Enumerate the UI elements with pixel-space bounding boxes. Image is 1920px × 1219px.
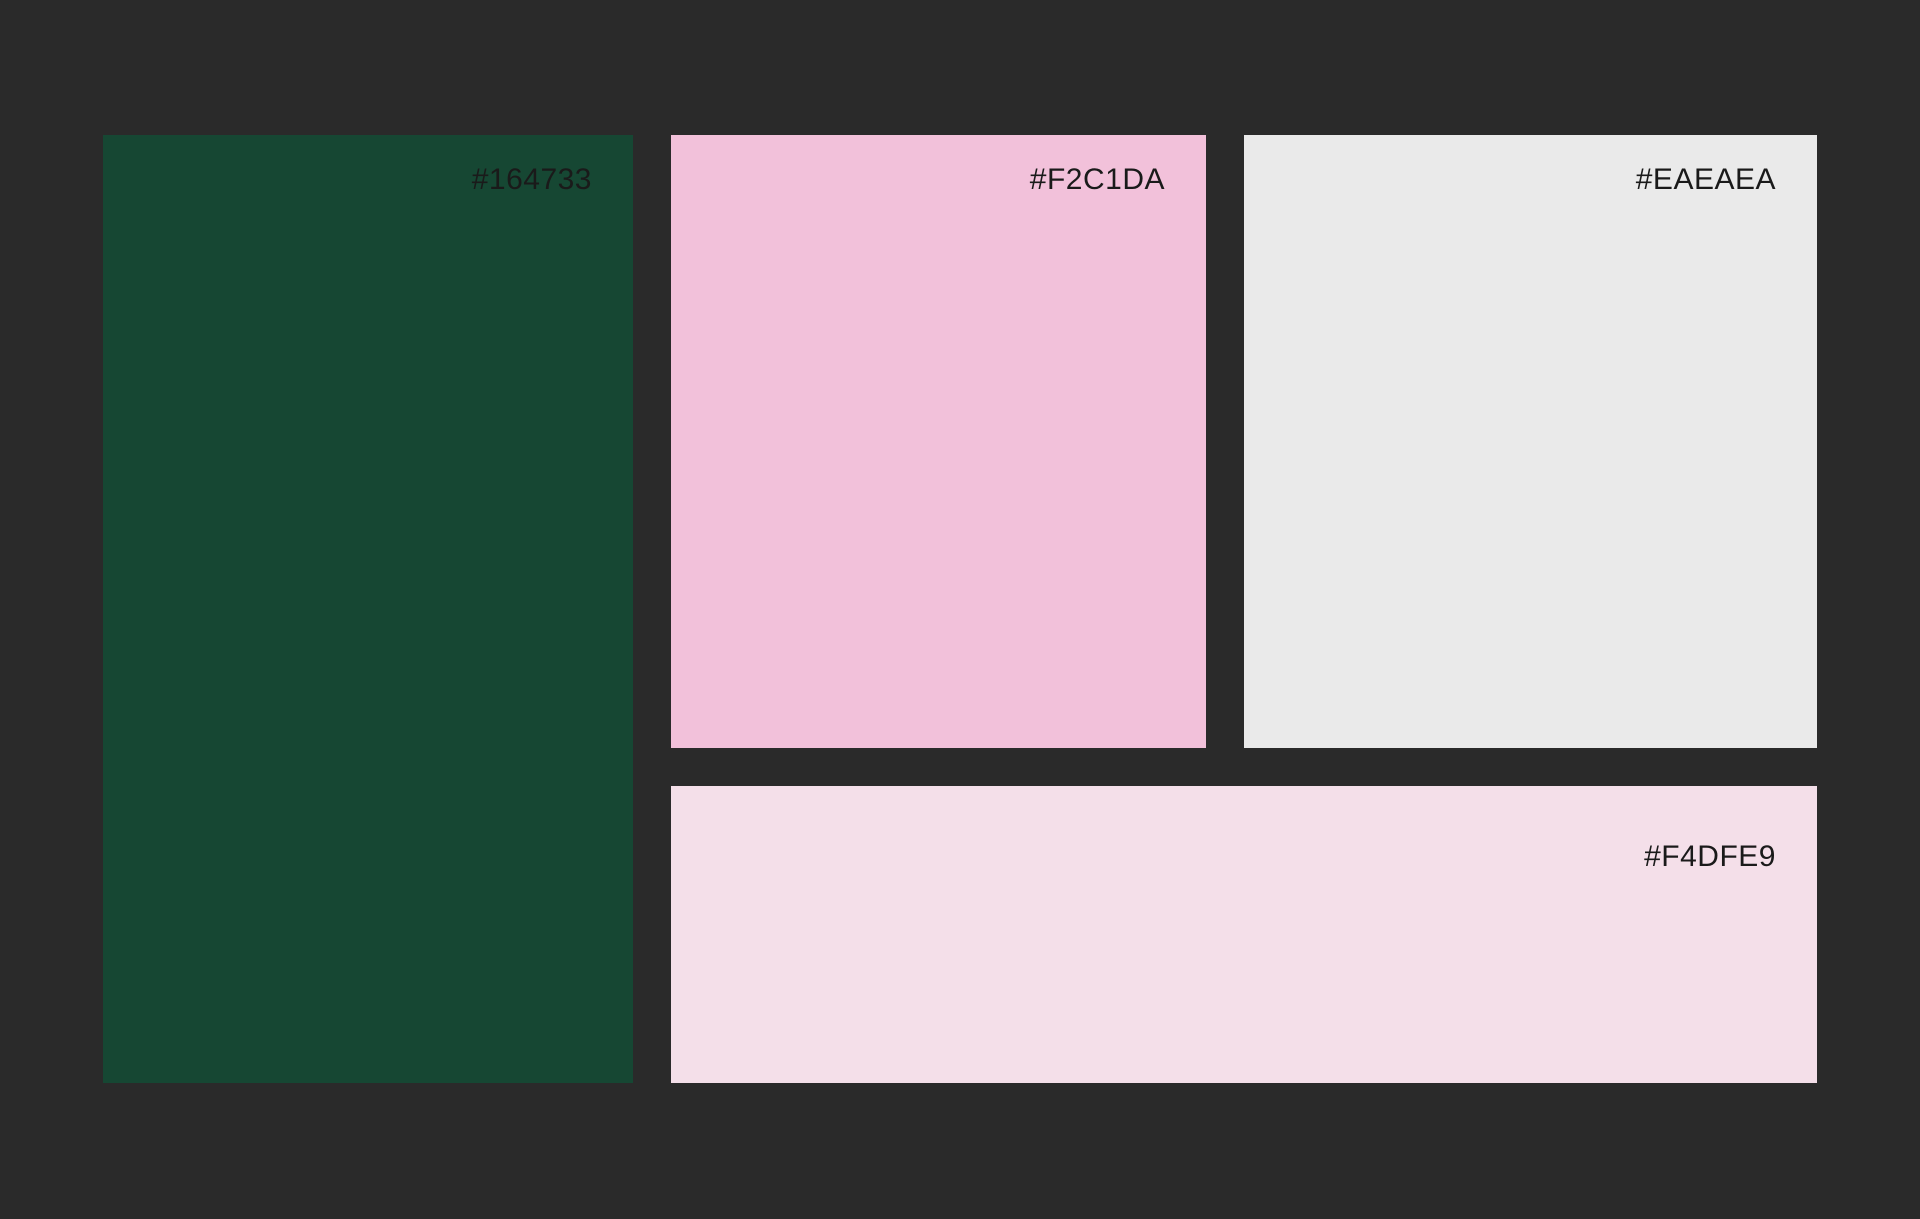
swatch-hex-label: #F4DFE9 xyxy=(1644,840,1776,873)
color-swatch-green: #164733 xyxy=(103,135,633,1083)
color-swatch-pink: #F2C1DA xyxy=(671,135,1206,748)
palette-board: { "swatches": [ { "id": "green", "label"… xyxy=(0,0,1920,1219)
color-swatch-light-pink: #F4DFE9 xyxy=(671,786,1817,1083)
swatch-hex-label: #F2C1DA xyxy=(1029,163,1165,196)
swatch-hex-label: #164733 xyxy=(471,163,592,196)
color-swatch-grey: #EAEAEA xyxy=(1244,135,1817,748)
swatch-hex-label: #EAEAEA xyxy=(1635,163,1776,196)
